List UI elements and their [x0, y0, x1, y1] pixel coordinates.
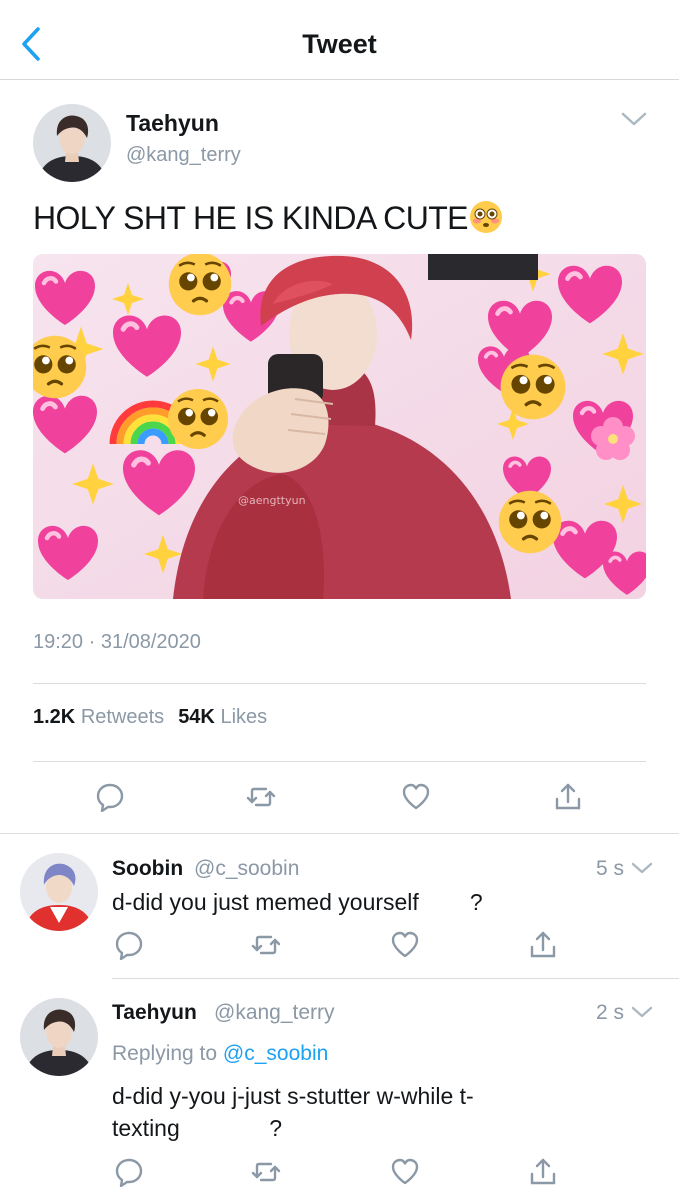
- navigation-bar: Tweet: [0, 0, 679, 80]
- divider: [112, 978, 679, 979]
- divider: [33, 761, 646, 762]
- replying-to: Replying to @c_soobin: [112, 1042, 328, 1066]
- retweet-icon: [251, 1162, 281, 1182]
- avatar[interactable]: [20, 998, 98, 1076]
- share-button[interactable]: [528, 930, 558, 960]
- avatar[interactable]: [20, 853, 98, 931]
- reply-text: d-did y-you j-just s-stutter w-while t- …: [112, 1080, 474, 1144]
- like-button[interactable]: [390, 1157, 420, 1187]
- chevron-down-icon: [621, 112, 647, 126]
- reply-age: 2 s: [596, 1001, 625, 1024]
- retweet-button[interactable]: [251, 1157, 281, 1187]
- likes-label[interactable]: Likes: [220, 706, 267, 728]
- retweet-icon: [246, 787, 276, 807]
- reply-text-line: d-did y-you j-just s-stutter w-while t-: [112, 1083, 474, 1109]
- retweets-count[interactable]: 1.2K: [33, 706, 75, 728]
- reply-text: d-did you just memed yourself ?: [112, 889, 483, 915]
- share-button[interactable]: [528, 1157, 558, 1187]
- tweet-stats: 1.2K Retweets 54K Likes: [33, 706, 267, 729]
- author-name[interactable]: Taehyun: [126, 110, 219, 137]
- reply-author-handle[interactable]: @kang_terry: [214, 1001, 335, 1025]
- avatar[interactable]: [33, 104, 111, 182]
- reply-button[interactable]: [114, 1157, 144, 1187]
- divider: [33, 683, 646, 684]
- like-button[interactable]: [390, 930, 420, 960]
- reply-options-button[interactable]: [630, 1004, 654, 1022]
- tweet-media-image[interactable]: @aengttyun: [33, 254, 646, 599]
- like-icon: [391, 1158, 419, 1185]
- reply-author-name[interactable]: Soobin: [112, 857, 183, 881]
- replying-to-label: Replying to: [112, 1042, 223, 1065]
- like-icon: [402, 783, 430, 810]
- tweet-text-content: HOLY SHT HE IS KINDA CUTE: [33, 200, 469, 236]
- likes-count[interactable]: 54K: [178, 706, 215, 728]
- share-icon: [530, 931, 556, 958]
- reply-icon: [115, 931, 143, 960]
- reply-author-handle[interactable]: @c_soobin: [194, 857, 299, 881]
- reply-icon: [115, 1158, 143, 1187]
- tweet-options-button[interactable]: [620, 110, 648, 128]
- flushed-face-emoji: [469, 200, 503, 234]
- reply-button[interactable]: [114, 930, 144, 960]
- tweet-timestamp: 19:20 · 31/08/2020: [33, 631, 201, 653]
- reply-icon: [96, 783, 124, 812]
- divider: [0, 833, 679, 834]
- reply-author-name[interactable]: Taehyun: [112, 1001, 197, 1025]
- like-button[interactable]: [401, 782, 431, 812]
- page-title: Tweet: [302, 29, 377, 59]
- author-handle[interactable]: @kang_terry: [126, 144, 241, 167]
- chevron-down-icon: [631, 1006, 653, 1018]
- retweet-button[interactable]: [246, 782, 276, 812]
- share-icon: [530, 1158, 556, 1185]
- share-icon: [555, 783, 581, 810]
- media-watermark: @aengttyun: [238, 494, 306, 507]
- share-button[interactable]: [553, 782, 583, 812]
- reply-text-line: texting ?: [112, 1115, 283, 1141]
- tweet-text: HOLY SHT HE IS KINDA CUTE: [33, 200, 503, 237]
- reply-options-button[interactable]: [630, 860, 654, 878]
- retweet-button[interactable]: [251, 930, 281, 960]
- reply-age: 5 s: [596, 857, 625, 880]
- chevron-down-icon: [631, 862, 653, 874]
- retweets-label[interactable]: Retweets: [81, 706, 164, 728]
- replying-to-link[interactable]: @c_soobin: [223, 1042, 328, 1065]
- like-icon: [391, 931, 419, 958]
- retweet-icon: [251, 935, 281, 955]
- reply-button[interactable]: [95, 782, 125, 812]
